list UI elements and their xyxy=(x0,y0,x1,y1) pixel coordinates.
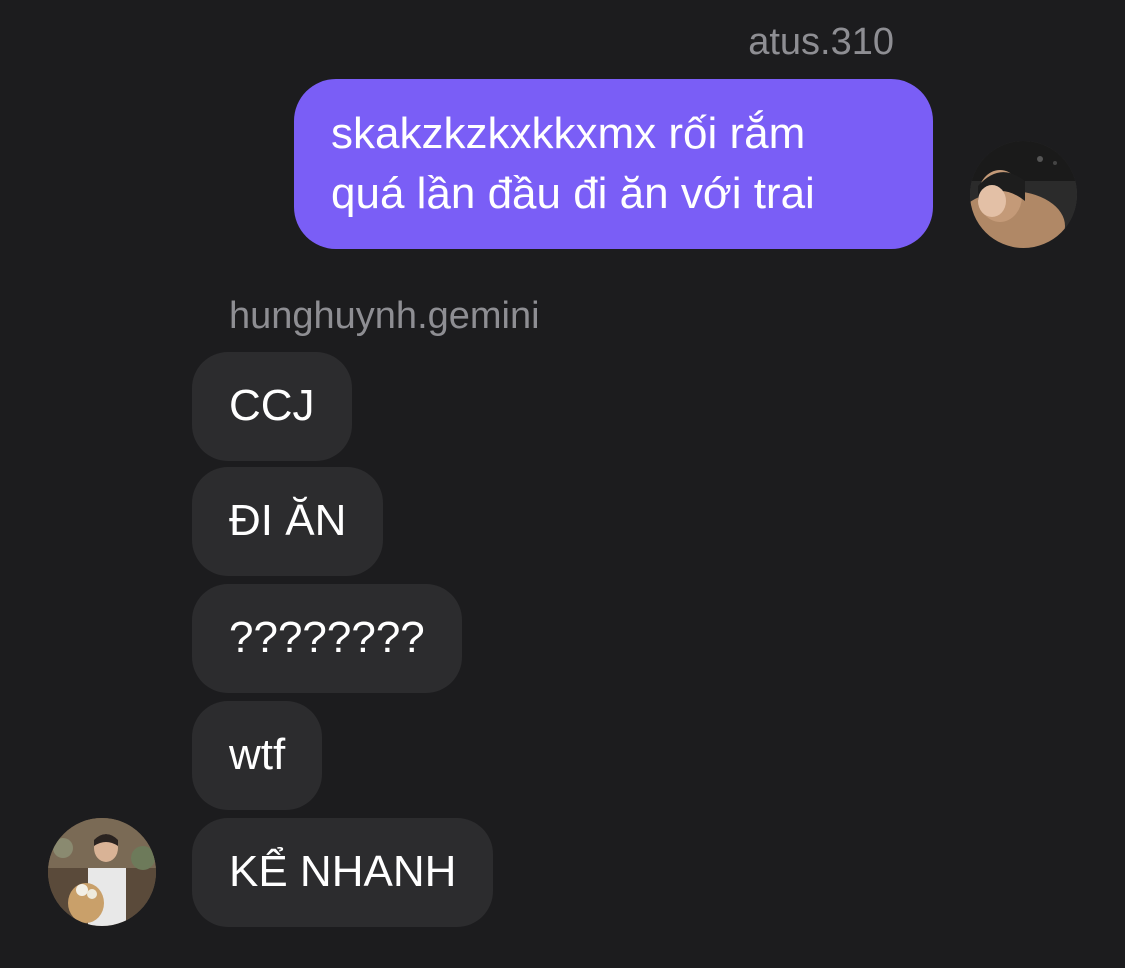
outgoing-message-bubble[interactable]: skakzkzkxkkxmx rối rắm quá lần đầu đi ăn… xyxy=(294,79,933,249)
sender-name-atus: atus.310 xyxy=(748,21,894,63)
avatar-photo-icon xyxy=(48,818,156,926)
incoming-message-bubble[interactable]: wtf xyxy=(192,701,323,810)
incoming-message-bubble[interactable]: CCJ xyxy=(192,352,352,461)
incoming-message-bubble[interactable]: KỂ NHANH xyxy=(192,818,494,927)
incoming-message-bubble[interactable]: ĐI ĂN xyxy=(192,467,384,576)
message-text: ĐI ĂN xyxy=(229,496,347,545)
message-text: KỂ NHANH xyxy=(229,847,457,896)
message-line: skakzkzkxkkxmx rối rắm xyxy=(331,109,806,158)
message-text: wtf xyxy=(229,730,286,779)
sender-name-hunghuynh: hunghuynh.gemini xyxy=(229,295,540,337)
incoming-message-bubble[interactable]: ???????? xyxy=(192,584,462,693)
my-avatar[interactable] xyxy=(970,141,1077,248)
message-line: quá lần đầu đi ăn với trai xyxy=(331,169,815,218)
message-text: ???????? xyxy=(229,613,425,662)
contact-avatar[interactable] xyxy=(48,818,156,926)
avatar-photo-icon xyxy=(970,141,1077,248)
message-text: CCJ xyxy=(229,381,315,430)
